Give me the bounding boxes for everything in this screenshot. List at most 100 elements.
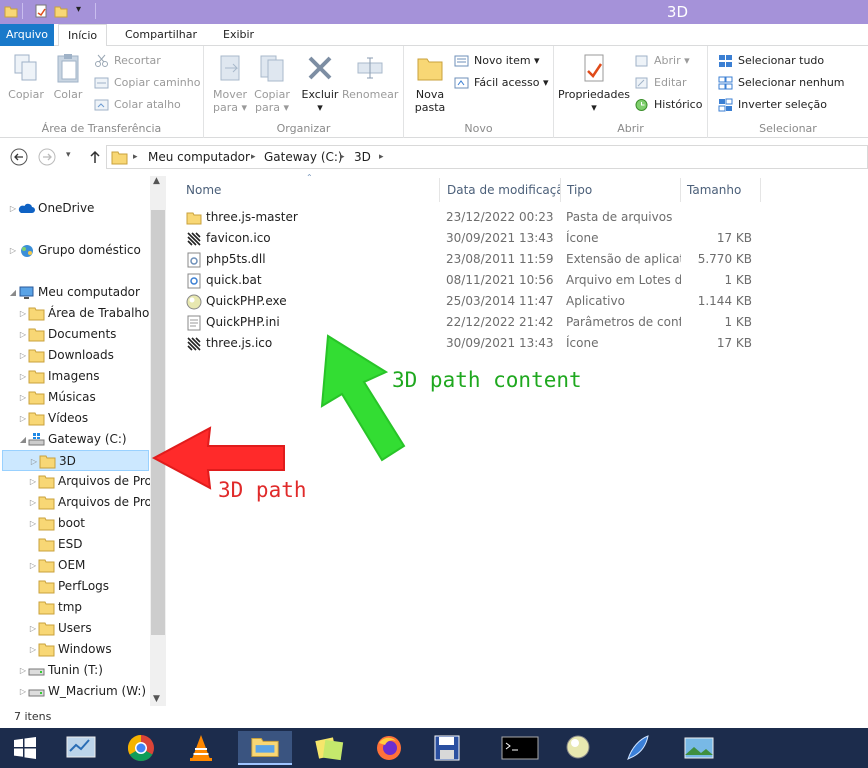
- nav-onedrive[interactable]: ▷ OneDrive: [8, 198, 150, 219]
- nav-c-child-9[interactable]: ▷ Windows: [28, 639, 150, 660]
- column-header-type[interactable]: Tipo: [561, 178, 681, 202]
- file-row[interactable]: QuickPHP.ini 22/12/2022 21:42 Parâmetros d…: [182, 312, 762, 333]
- breadcrumb-separator-icon[interactable]: ▸: [251, 152, 256, 162]
- nav-item-5[interactable]: ▷ Vídeos: [18, 408, 150, 429]
- tree-expand-chevron-icon[interactable]: ◢: [8, 282, 18, 303]
- file-row[interactable]: quick.bat 08/11/2021 10:56 Arquivo em Lote…: [182, 270, 762, 291]
- nav-c-child-7[interactable]: tmp: [28, 597, 150, 618]
- delete-button[interactable]: Excluir ▾: [300, 52, 340, 114]
- file-row[interactable]: three.js-master 23/12/2022 00:23 Pasta de …: [182, 207, 762, 228]
- tree-expand-chevron-icon[interactable]: ▷: [29, 451, 39, 470]
- copy-button[interactable]: Copiar: [6, 52, 46, 101]
- firefox-icon[interactable]: [366, 731, 412, 765]
- tab-inicio[interactable]: Início: [58, 24, 108, 47]
- feather-pen-icon[interactable]: [614, 731, 660, 765]
- vlc-icon[interactable]: [178, 731, 224, 765]
- breadcrumb-3d[interactable]: 3D: [354, 150, 371, 164]
- paste-button[interactable]: Colar: [50, 52, 86, 101]
- new-item-button[interactable]: Novo item ▾: [454, 52, 540, 70]
- file-explorer-icon[interactable]: [238, 731, 292, 765]
- tree-expand-chevron-icon[interactable]: ▷: [8, 240, 18, 261]
- monitor-app-icon[interactable]: [58, 731, 104, 765]
- nav-c-child-2[interactable]: ▷ Arquivos de Programas (x86): [28, 492, 150, 513]
- tree-expand-chevron-icon[interactable]: ▷: [18, 324, 28, 345]
- sticky-notes-icon[interactable]: [306, 731, 352, 765]
- forward-arrow-icon[interactable]: [38, 148, 56, 166]
- tree-expand-chevron-icon[interactable]: ▷: [18, 387, 28, 408]
- new-folder-quick-icon[interactable]: [54, 4, 68, 18]
- properties-button[interactable]: Propriedades ▾: [558, 52, 630, 114]
- tab-arquivo[interactable]: Arquivo: [0, 24, 54, 46]
- nav-meu-computador[interactable]: ◢ Meu computador: [8, 282, 150, 303]
- tree-expand-chevron-icon[interactable]: ▷: [18, 303, 28, 324]
- tree-expand-chevron-icon[interactable]: ◢: [18, 429, 28, 450]
- nav-drive-1[interactable]: ▷ W_Macrium (W:): [18, 681, 150, 702]
- chrome-icon[interactable]: [118, 731, 164, 765]
- nav-item-1[interactable]: ▷ Documents: [18, 324, 150, 345]
- breadcrumb-separator-icon[interactable]: ▸: [340, 152, 345, 162]
- tree-expand-chevron-icon[interactable]: ▷: [28, 492, 38, 513]
- tab-compartilhar[interactable]: Compartilhar: [116, 24, 206, 46]
- move-to-button[interactable]: Mover para ▾: [210, 52, 250, 114]
- address-bar[interactable]: ▸ Meu computador ▸ Gateway (C:) ▸ 3D ▸: [106, 145, 868, 169]
- tree-expand-chevron-icon[interactable]: ▷: [28, 639, 38, 660]
- nav-homegroup[interactable]: ▷ Grupo doméstico: [8, 240, 150, 261]
- column-header-name[interactable]: Nome: [180, 178, 440, 202]
- nav-c-child-8[interactable]: ▷ Users: [28, 618, 150, 639]
- nav-scrollbar-thumb[interactable]: [151, 210, 165, 635]
- cut-button[interactable]: Recortar: [94, 52, 161, 70]
- nav-c-child-6[interactable]: PerfLogs: [28, 576, 150, 597]
- nav-c-child-5[interactable]: ▷ OEM: [28, 555, 150, 576]
- command-prompt-icon[interactable]: [496, 731, 544, 765]
- scroll-up-chevron-icon[interactable]: ▲: [153, 176, 160, 186]
- scroll-down-chevron-icon[interactable]: ▼: [153, 694, 160, 704]
- invert-selection-button[interactable]: Inverter seleção: [718, 96, 827, 114]
- quick-access-dropdown[interactable]: ▾: [76, 4, 81, 15]
- nav-item-0[interactable]: ▷ Área de Trabalho: [18, 303, 150, 324]
- tree-expand-chevron-icon[interactable]: ▷: [8, 198, 18, 219]
- easy-access-button[interactable]: Fácil acesso ▾: [454, 74, 548, 92]
- quickphp-icon[interactable]: [556, 731, 602, 765]
- tree-expand-chevron-icon[interactable]: ▷: [28, 471, 38, 492]
- tree-expand-chevron-icon[interactable]: ▷: [18, 345, 28, 366]
- nav-item-2[interactable]: ▷ Downloads: [18, 345, 150, 366]
- copy-to-button[interactable]: Copiar para ▾: [252, 52, 292, 114]
- rename-button[interactable]: Renomear: [342, 52, 398, 101]
- tree-expand-chevron-icon[interactable]: ▷: [18, 408, 28, 429]
- breadcrumb-separator-icon[interactable]: ▸: [133, 152, 138, 162]
- file-row[interactable]: favicon.ico 30/09/2021 13:43 Ícone 17 KB: [182, 228, 762, 249]
- nav-c-child-1[interactable]: ▷ Arquivos de Programas: [28, 471, 150, 492]
- file-row[interactable]: QuickPHP.exe 25/03/2014 11:47 Aplicativo 1.…: [182, 291, 762, 312]
- tree-expand-chevron-icon[interactable]: ▷: [18, 366, 28, 387]
- new-folder-button[interactable]: Nova pasta: [410, 52, 450, 114]
- select-none-button[interactable]: Selecionar nenhum: [718, 74, 845, 92]
- edit-button[interactable]: Editar: [634, 74, 687, 92]
- tree-expand-chevron-icon[interactable]: ▷: [28, 513, 38, 534]
- nav-c-child-4[interactable]: ESD: [28, 534, 150, 555]
- nav-item-3[interactable]: ▷ Imagens: [18, 366, 150, 387]
- tree-expand-chevron-icon[interactable]: ▷: [18, 681, 28, 702]
- tree-expand-chevron-icon[interactable]: ▷: [28, 618, 38, 639]
- paste-shortcut-button[interactable]: Colar atalho: [94, 96, 181, 114]
- nav-c-child-3[interactable]: ▷ boot: [28, 513, 150, 534]
- breadcrumb-meu-computador[interactable]: Meu computador: [148, 150, 250, 164]
- history-button[interactable]: Histórico: [634, 96, 702, 114]
- nav-item-6[interactable]: ◢ Gateway (C:): [18, 429, 150, 450]
- tab-exibir[interactable]: Exibir: [214, 24, 263, 46]
- start-windows-icon[interactable]: [2, 731, 48, 765]
- recent-locations-chevron-icon[interactable]: ▾: [66, 150, 71, 160]
- nav-drive-0[interactable]: ▷ Tunin (T:): [18, 660, 150, 681]
- file-row[interactable]: three.js.ico 30/09/2021 13:43 Ícone 17 KB: [182, 333, 762, 354]
- column-header-date[interactable]: Data de modificação: [441, 178, 561, 202]
- image-viewer-icon[interactable]: [676, 731, 722, 765]
- back-arrow-icon[interactable]: [10, 148, 28, 166]
- select-all-button[interactable]: Selecionar tudo: [718, 52, 824, 70]
- open-button[interactable]: Abrir ▾: [634, 52, 690, 70]
- file-row[interactable]: php5ts.dll 23/08/2011 11:59 Extensão de ap…: [182, 249, 762, 270]
- column-header-size[interactable]: Tamanho: [681, 178, 761, 202]
- breadcrumb-separator-icon[interactable]: ▸: [379, 152, 384, 162]
- breadcrumb-gateway[interactable]: Gateway (C:): [264, 150, 343, 164]
- properties-quick-icon[interactable]: [34, 4, 48, 18]
- floppy-save-icon[interactable]: [424, 731, 470, 765]
- nav-c-child-0[interactable]: ▷ 3D: [2, 450, 149, 471]
